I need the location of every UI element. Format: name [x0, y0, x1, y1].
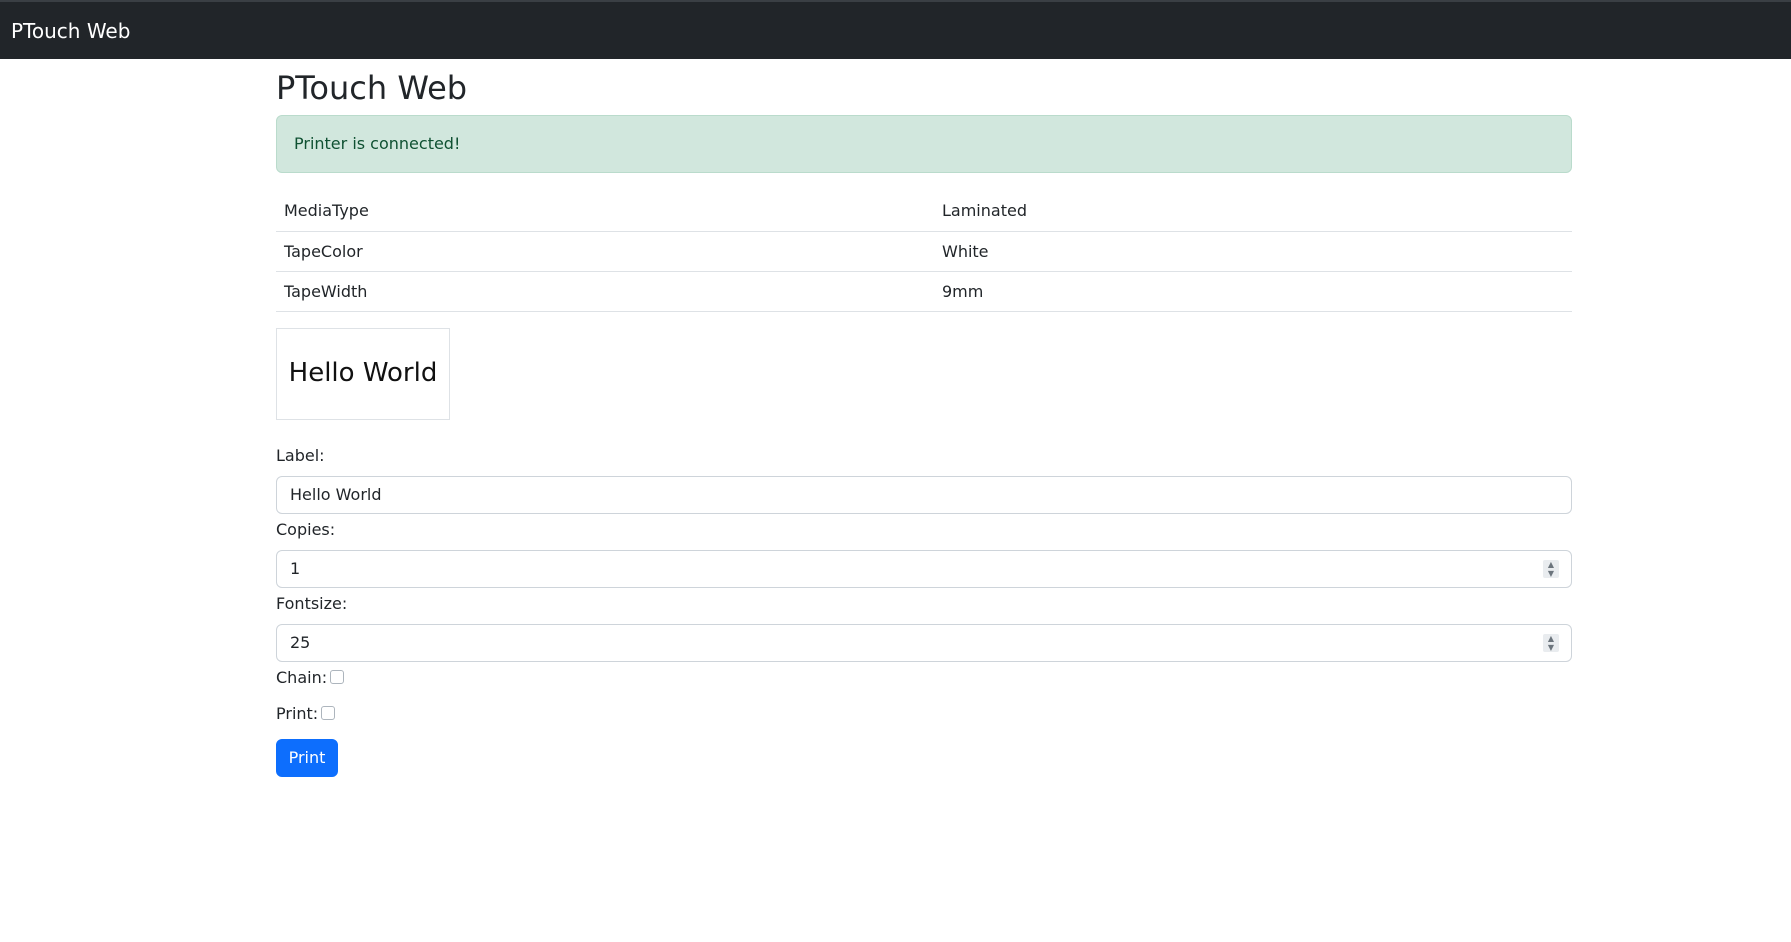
info-value: White [934, 231, 1572, 272]
fontsize-input[interactable]: 25 ▲ ▼ [276, 624, 1572, 662]
print-row: Print: [276, 704, 336, 724]
chain-label: Chain: [276, 668, 328, 687]
chain-checkbox[interactable] [330, 669, 345, 684]
copies-input-value: 1 [290, 559, 301, 578]
table-row: TapeColor White [276, 231, 1572, 272]
info-value: 9mm [934, 271, 1572, 312]
label-field-label: Label: [276, 446, 325, 465]
status-alert: Printer is connected! [276, 115, 1572, 173]
fontsize-spinner-icon[interactable]: ▲ ▼ [1543, 634, 1559, 652]
printer-info-table: MediaType Laminated TapeColor White Tape… [276, 191, 1572, 312]
info-value: Laminated [934, 191, 1572, 232]
print-button[interactable]: Print [276, 739, 338, 777]
navbar-brand[interactable]: PTouch Web [11, 19, 130, 43]
page-title: PTouch Web [276, 69, 468, 107]
copies-spinner-icon[interactable]: ▲ ▼ [1543, 560, 1559, 578]
info-key: MediaType [276, 191, 934, 232]
label-input[interactable]: Hello World [276, 476, 1572, 514]
print-label: Print: [276, 704, 319, 723]
label-preview: Hello World [276, 328, 450, 420]
table-row: TapeWidth 9mm [276, 271, 1572, 312]
table-row: MediaType Laminated [276, 191, 1572, 232]
navbar: PTouch Web [0, 0, 1791, 59]
copies-field-label: Copies: [276, 520, 336, 539]
fontsize-field-label: Fontsize: [276, 594, 348, 613]
info-key: TapeColor [276, 231, 934, 272]
print-checkbox[interactable] [321, 705, 336, 720]
fontsize-input-value: 25 [290, 633, 311, 652]
label-input-value: Hello World [290, 485, 382, 504]
info-key: TapeWidth [276, 271, 934, 312]
chain-row: Chain: [276, 668, 345, 688]
copies-input[interactable]: 1 ▲ ▼ [276, 550, 1572, 588]
